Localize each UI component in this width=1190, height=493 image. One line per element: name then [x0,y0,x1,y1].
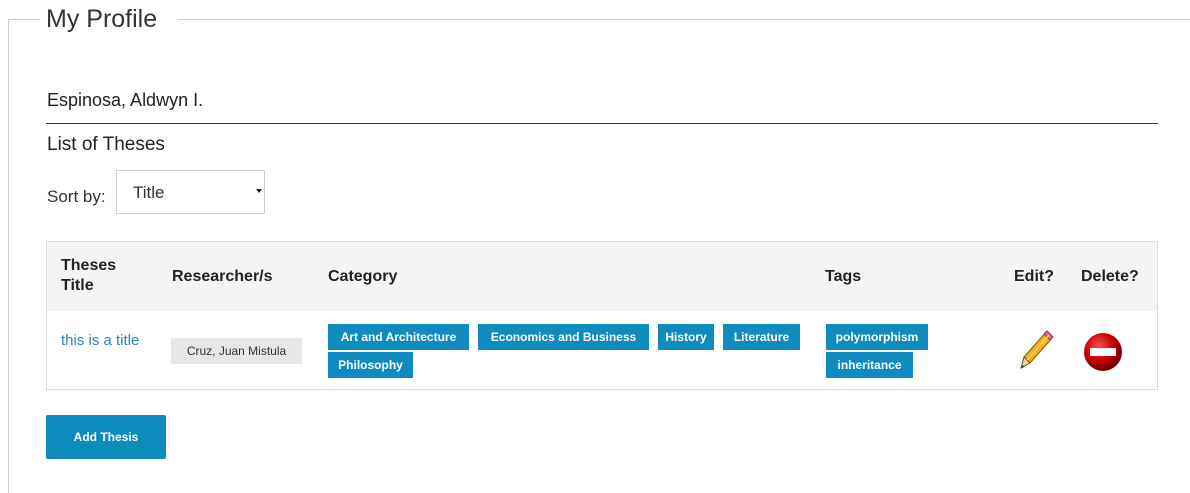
header-researcher: Researcher/s [172,268,273,285]
tag-chip: polymorphism [826,324,928,350]
tag-chip: inheritance [826,352,913,378]
section-divider [46,123,1158,124]
no-entry-icon[interactable] [1082,332,1126,372]
page-title: My Profile [46,5,158,33]
header-category: Category [328,268,398,285]
add-thesis-button[interactable]: Add Thesis [46,415,166,459]
category-chip: Economics and Business [478,324,649,350]
frame-border-left [8,19,9,493]
pencil-icon[interactable] [1017,328,1055,374]
profile-name: Espinosa, Aldwyn I. [47,90,204,110]
frame-border-top-right [178,19,1190,20]
frame-border-top-left [8,19,40,20]
category-chip: Literature [723,324,800,350]
caret-down-icon [256,189,262,193]
thesis-title-link[interactable]: this is a title [61,330,141,352]
section-title: List of Theses [47,134,165,155]
header-theses-title: Theses Title [61,257,117,294]
theses-table: Theses Title Researcher/s Category Tags … [46,241,1158,390]
header-delete: Delete? [1081,268,1139,285]
category-chip: Philosophy [328,352,413,378]
sort-label: Sort by: [47,187,106,206]
table-header: Theses Title Researcher/s Category Tags … [47,242,1157,311]
sort-select[interactable]: Title [116,170,265,214]
category-chip: Art and Architecture [328,324,469,350]
sort-selected-value: Title [133,183,165,202]
category-chip: History [658,324,714,350]
header-tags: Tags [825,268,862,285]
researcher-badge: Cruz, Juan Mistula [171,338,302,364]
header-edit: Edit? [1014,268,1054,285]
